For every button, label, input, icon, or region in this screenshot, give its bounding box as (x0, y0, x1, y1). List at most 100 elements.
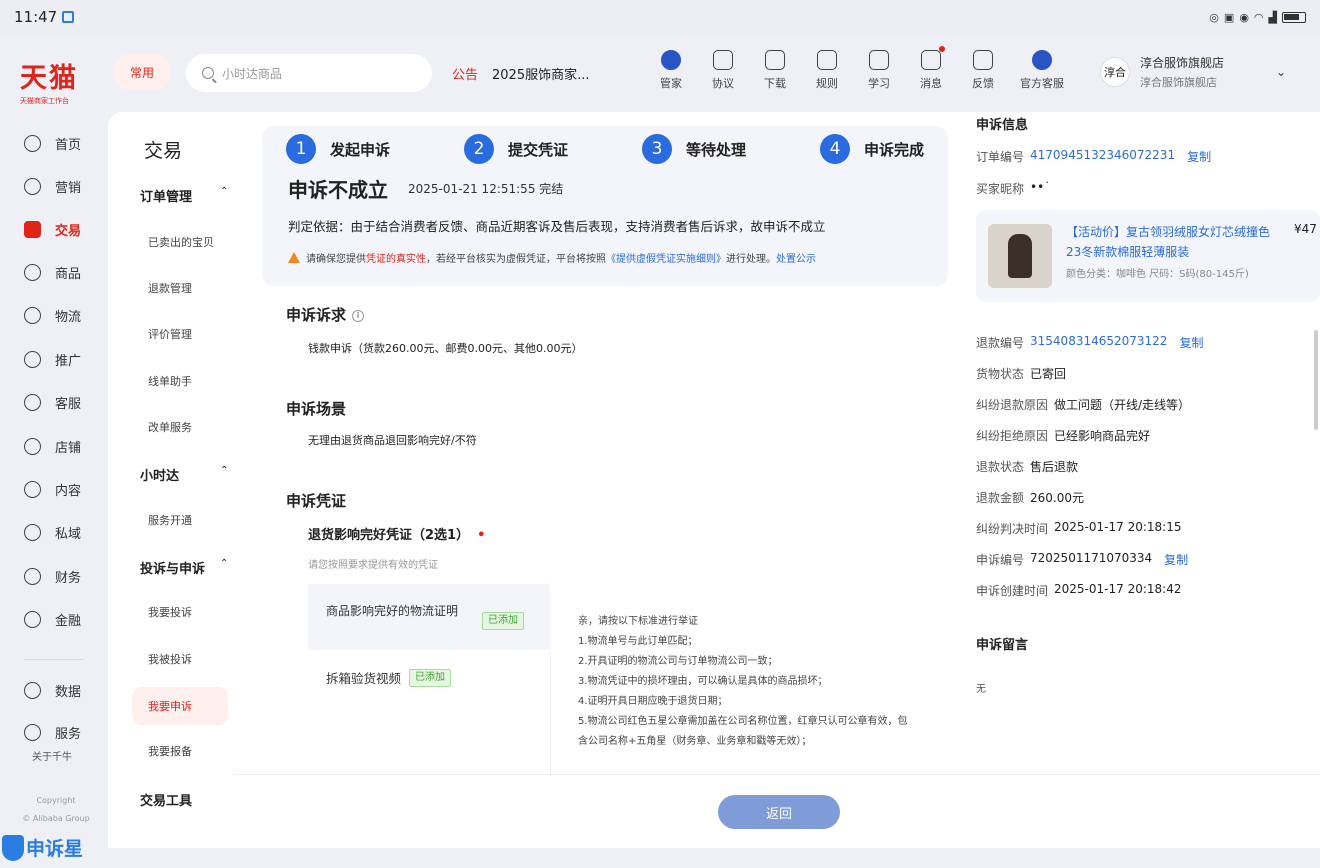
nav-agreement[interactable]: 协议 (706, 50, 740, 91)
nav-feedback[interactable]: 反馈 (966, 50, 1000, 91)
trade-icon (24, 221, 41, 238)
subnav-group-complaints[interactable]: 投诉与申诉 ⌃ (140, 558, 228, 577)
copy-button[interactable]: 复制 (1187, 148, 1211, 165)
product-card[interactable]: 【活动价】复古领羽绒服女灯芯绒撞色23冬新款棉服轻薄服装 ¥47 颜色分类：咖啡… (976, 210, 1320, 302)
scrollbar[interactable] (1314, 330, 1318, 430)
subnav-link-report[interactable]: 我要报备 (148, 743, 192, 759)
caret-up-icon: ⌃ (220, 186, 229, 197)
rail-divider (24, 659, 84, 660)
nav-butler[interactable]: 管家 (654, 50, 688, 91)
subnav-link-appeal[interactable]: 我要申诉 (132, 687, 228, 725)
nav-messages[interactable]: 消息 (914, 46, 948, 91)
signal-icon: ▟ (1268, 10, 1277, 24)
rail-goods[interactable]: 商品 (24, 263, 81, 282)
nav-official-service[interactable]: 官方客服 (1018, 50, 1066, 91)
nav-learn[interactable]: 学习 (862, 50, 896, 91)
subnav-link-sold[interactable]: 已卖出的宝贝 (148, 234, 214, 250)
rail-loan[interactable]: 金融 (24, 610, 81, 629)
about-qianniu[interactable]: 关于千牛 (32, 748, 72, 763)
caret-up-icon: ⌃ (220, 465, 229, 476)
info-icon[interactable]: i (352, 309, 365, 322)
appeal-info-panel: 申诉信息 订单编号 4170945132346072231 复制 买家昵称 ••˙ 【… (968, 112, 1320, 774)
disposal-link[interactable]: 处置公示 (776, 254, 816, 265)
step-3: 3 等待处理 (642, 134, 820, 164)
caret-up-icon: ⌃ (220, 558, 229, 569)
subnav-link-modify-order[interactable]: 改单服务 (148, 419, 192, 435)
rail-logistics[interactable]: 物流 (24, 306, 81, 325)
learn-icon (869, 50, 889, 70)
watermark-logo: 申诉星 (2, 834, 83, 861)
subnav-group-orders[interactable]: 订单管理 ⌃ (140, 186, 228, 205)
rail-data[interactable]: 数据 (24, 681, 81, 700)
finance-icon (24, 568, 41, 585)
top-nav: 管家 协议 下载 规则 学习 消息 反馈 官方客服 (654, 46, 1066, 91)
refund-number: 退款编号 315408314652073122 复制 (976, 334, 1204, 351)
evidence-heading: 申诉凭证 (286, 492, 347, 510)
chart-icon (24, 682, 41, 699)
added-badge: 已添加 (482, 612, 524, 630)
rail-home[interactable]: 首页 (24, 134, 81, 153)
subnav-link-complain[interactable]: 我要投诉 (148, 604, 192, 620)
step-1: 1 发起申诉 (286, 134, 464, 164)
rail-content[interactable]: 内容 (24, 480, 81, 499)
rail-services[interactable]: 服务 (24, 723, 81, 742)
trade-subnav: 交易 订单管理 ⌃ 已卖出的宝贝 退款管理 评价管理 线单助手 改单服务 小时达 ⌃… (108, 112, 234, 848)
search-icon (202, 67, 214, 79)
app-square-icon (62, 11, 75, 23)
appeal-number: 申诉编号 720250117107033​4 复制 (976, 551, 1189, 568)
subnav-link-refunds[interactable]: 退款管理 (148, 280, 192, 296)
content-icon (24, 481, 41, 498)
back-button[interactable]: 返回 (718, 795, 840, 829)
notice-bar[interactable]: 公告 2025服饰商家... (452, 64, 590, 83)
rules-icon (817, 50, 837, 70)
rail-private[interactable]: 私域 (24, 523, 81, 542)
top-bar: 天猫 天猫商家工作台 常用 小时达商品 公告 2025服饰商家... 管家 协议… (0, 34, 1320, 112)
store-switcher[interactable]: 淳合 淳合服饰旗舰店 淳合服饰旗舰店 ⌄ (1100, 54, 1286, 90)
warning-note: 请确保您提供凭证的真实性，若经平台核实为虚假凭证，平台将按照《提供虚假凭证实施细… (288, 250, 816, 265)
home-icon (24, 135, 41, 152)
download-icon (765, 50, 785, 70)
notice-tag: 公告 (452, 68, 479, 83)
evidence-rules: 亲，请按以下标准进行举证 1.物流单号与此订单匹配； 2.开具证明的物流公司与订… (578, 616, 908, 747)
order-number: 订单编号 4170945132346072231 复制 (976, 148, 1212, 165)
subnav-group-hourly[interactable]: 小时达 ⌃ (140, 465, 228, 484)
search-input[interactable]: 小时达商品 (186, 54, 432, 92)
subnav-link-assistant[interactable]: 线单助手 (148, 373, 192, 389)
store-avatar: 淳合 (1100, 57, 1130, 87)
reject-reason: 纠纷拒绝原因 已经影响商品完好 (976, 429, 1151, 443)
tmall-logo[interactable]: 天猫 天猫商家工作台 (20, 56, 100, 106)
subnav-link-complained[interactable]: 我被投诉 (148, 651, 192, 667)
product-sku: 颜色分类：咖啡色 尺码：S码(80-145斤) (1066, 269, 1249, 280)
rail-trade[interactable]: 交易 (24, 220, 81, 239)
nav-rules[interactable]: 规则 (810, 50, 844, 91)
subnav-link-reviews[interactable]: 评价管理 (148, 326, 192, 342)
info-header: 申诉信息 (976, 118, 1029, 133)
wifi-icon: ◠ (1253, 10, 1264, 24)
footer-bar: 返回 (234, 774, 1320, 848)
subnav-group-tools[interactable]: 交易工具 (140, 790, 192, 809)
rail-promotion[interactable]: 推广 (24, 350, 81, 369)
status-icons: ◎ ▣ ◉ ◠ ▟ (1209, 11, 1306, 24)
dispute-reason: 纠纷退款原因 做工问题（开线/走线等） (976, 398, 1191, 412)
copy-button[interactable]: 复制 (1179, 334, 1203, 351)
subnav-link-open-service[interactable]: 服务开通 (148, 512, 192, 528)
chevron-down-icon: ⌄ (1276, 65, 1287, 79)
rail-customer-service[interactable]: 客服 (24, 393, 81, 412)
evidence-option-video[interactable]: 拆箱验货视频 已添加 (326, 668, 452, 687)
appeal-detail: 1 发起申诉 2 提交凭证 3 等待处理 4 申诉完成 申诉不成立 2025-01-21… (234, 112, 968, 774)
service-icon (1032, 50, 1052, 70)
scene-heading: 申诉场景 (286, 400, 347, 418)
scene-text: 无理由退货商品退回影响完好/不符 (308, 434, 477, 447)
rail-finance[interactable]: 财务 (24, 567, 81, 586)
rules-link[interactable]: 《提供虚假凭证实施细则》 (606, 254, 726, 265)
rail-shop[interactable]: 店铺 (24, 437, 81, 456)
store-subname: 淳合服饰旗舰店 (1140, 76, 1217, 89)
product-title[interactable]: 【活动价】复古领羽绒服女灯芯绒撞色23冬新款棉服轻薄服装 (1066, 222, 1276, 262)
frequent-button[interactable]: 常用 (113, 54, 171, 90)
claim-text: 钱款申诉（货款260.00元、邮费0.00元、其他0.00元） (308, 342, 583, 355)
nav-download[interactable]: 下载 (758, 50, 792, 91)
product-price: ¥47 (1294, 222, 1317, 236)
refund-amount: 退款金额 260.00元 (976, 491, 1085, 505)
rail-marketing[interactable]: 营销 (24, 177, 81, 196)
copy-button[interactable]: 复制 (1164, 551, 1188, 568)
